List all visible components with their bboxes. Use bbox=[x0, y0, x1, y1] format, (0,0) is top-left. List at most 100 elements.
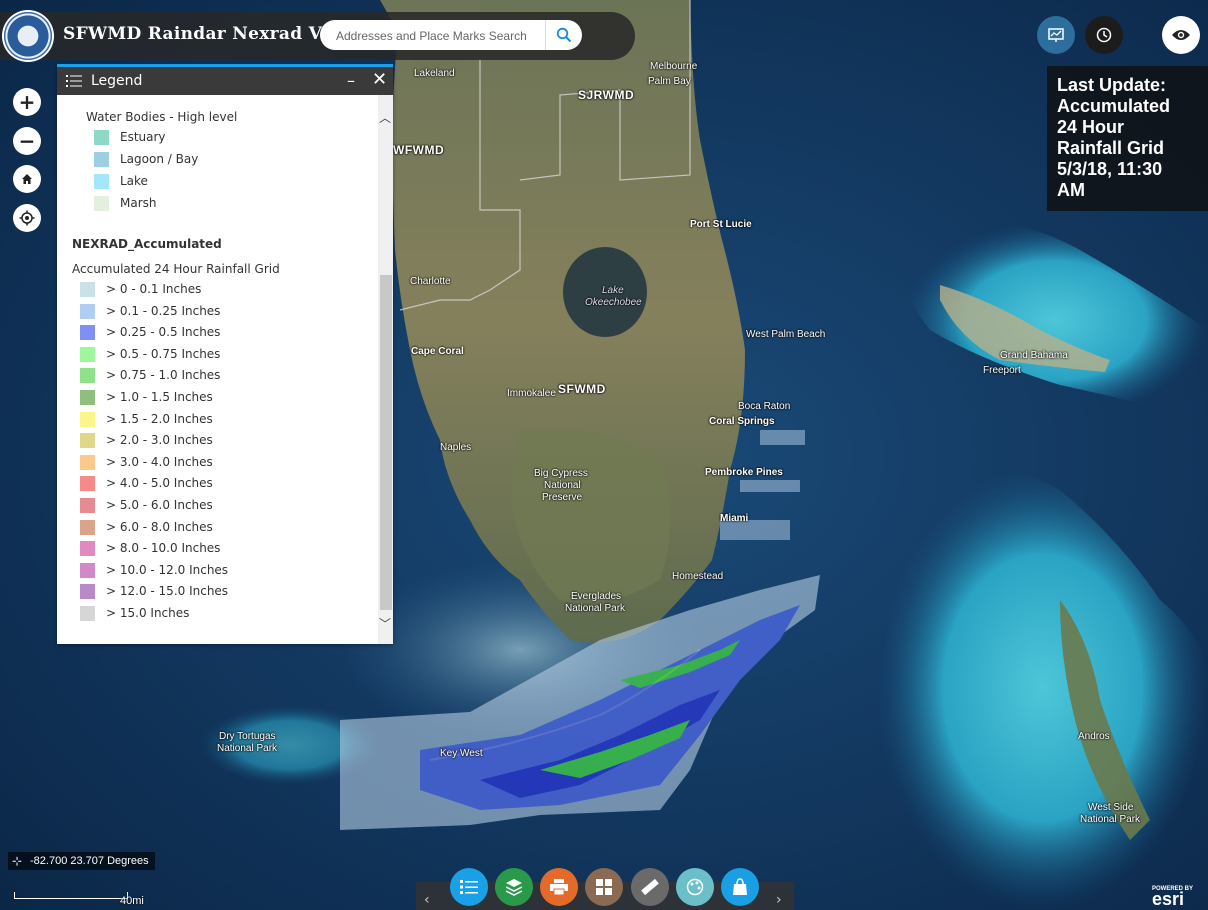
presentation-button[interactable] bbox=[1037, 16, 1075, 54]
zoom-out-button[interactable]: − bbox=[13, 127, 41, 155]
legend-swatch bbox=[80, 476, 95, 492]
legend-swatch bbox=[80, 411, 95, 427]
map-label-grand-bahama: Grand Bahama bbox=[1000, 350, 1068, 361]
layers-widget-button[interactable] bbox=[495, 868, 533, 906]
map-label-west-palm-beach: West Palm Beach bbox=[746, 329, 826, 340]
basemap-gallery-button[interactable] bbox=[585, 868, 623, 906]
toolbar-prev-icon[interactable]: ‹ bbox=[424, 892, 430, 908]
map-label-lake-1: Lake bbox=[602, 285, 624, 296]
zoom-in-button[interactable]: + bbox=[13, 88, 41, 116]
legend-label: Lake bbox=[120, 174, 148, 188]
map-label-west-side-1: West Side bbox=[1088, 802, 1134, 813]
print-widget-button[interactable] bbox=[540, 868, 578, 906]
map-label-port-st-lucie: Port St Lucie bbox=[690, 219, 752, 230]
plus-icon: + bbox=[18, 90, 36, 114]
palette-icon bbox=[686, 878, 704, 896]
legend-swatch bbox=[80, 498, 95, 513]
legend-widget-button[interactable] bbox=[450, 868, 488, 906]
presentation-icon bbox=[1048, 28, 1064, 42]
map-label-lake-2: Okeechobee bbox=[585, 297, 642, 308]
legend-header[interactable]: Legend – ✕ bbox=[57, 67, 393, 95]
time-slider-button[interactable] bbox=[1085, 16, 1123, 54]
esri-logo: esri bbox=[1152, 889, 1185, 909]
list-icon bbox=[66, 75, 82, 87]
map-label-sfwmd: SFWMD bbox=[558, 382, 606, 396]
visibility-button[interactable] bbox=[1162, 16, 1200, 54]
toolbar-next-icon[interactable]: › bbox=[776, 892, 782, 908]
coordinate-readout: ⊹ -82.700 23.707 Degrees bbox=[8, 852, 155, 870]
legend-label: > 0 - 0.1 Inches bbox=[106, 282, 202, 296]
legend-label: > 1.5 - 2.0 Inches bbox=[106, 411, 213, 426]
map-label-big-cypress-1: Big Cypress bbox=[534, 468, 588, 479]
share-widget-button[interactable] bbox=[721, 868, 759, 906]
map-label-dry-tortugas-1: Dry Tortugas bbox=[219, 731, 276, 742]
legend-label: > 12.0 - 15.0 Inches bbox=[106, 584, 229, 599]
home-button[interactable] bbox=[13, 165, 41, 193]
legend-scrollbar[interactable]: ︿ ﹀ bbox=[378, 95, 393, 644]
legend-sublayer-title: Accumulated 24 Hour Rainfall Grid bbox=[72, 262, 280, 276]
legend-label: > 10.0 - 12.0 Inches bbox=[106, 562, 229, 577]
search-box bbox=[320, 20, 582, 50]
minimize-button[interactable]: – bbox=[347, 71, 355, 90]
legend-swatch bbox=[94, 152, 109, 167]
map-label-west-side-2: National Park bbox=[1080, 814, 1141, 825]
legend-label: > 0.25 - 0.5 Inches bbox=[106, 325, 221, 340]
legend-label: Estuary bbox=[120, 130, 166, 144]
legend-label: Lagoon / Bay bbox=[120, 152, 199, 166]
legend-label: > 0.1 - 0.25 Inches bbox=[106, 303, 221, 318]
legend-label: > 2.0 - 3.0 Inches bbox=[106, 433, 213, 448]
map-label-everglades-2: National Park bbox=[565, 603, 626, 614]
map-label-dry-tortugas-2: National Park bbox=[217, 743, 278, 754]
map-label-everglades-1: Everglades bbox=[571, 591, 622, 602]
legend-label: > 15.0 Inches bbox=[106, 606, 190, 620]
app-title: SFWMD Raindar Nexrad V1.0 bbox=[63, 24, 353, 44]
legend-label: > 0.5 - 0.75 Inches bbox=[106, 346, 221, 361]
map-label-lakeland: Lakeland bbox=[414, 68, 455, 79]
last-update-line: Last Update: bbox=[1057, 75, 1167, 95]
last-update-line: 24 Hour bbox=[1057, 117, 1125, 137]
measure-widget-button[interactable] bbox=[631, 868, 669, 906]
close-icon[interactable]: ✕ bbox=[372, 69, 387, 90]
map-label-coral-springs: Coral Springs bbox=[709, 416, 775, 427]
search-input[interactable] bbox=[334, 26, 543, 46]
scroll-up-icon[interactable]: ︿ bbox=[379, 109, 391, 126]
legend-label: > 0.75 - 1.0 Inches bbox=[106, 368, 221, 383]
legend-panel: Legend – ✕ Water Bodies - High level Estu… bbox=[57, 64, 393, 644]
scroll-thumb[interactable] bbox=[380, 275, 392, 610]
last-update-line: AM bbox=[1057, 180, 1085, 200]
map-label-melbourne: Melbourne bbox=[650, 61, 698, 72]
map-label-freeport: Freeport bbox=[983, 365, 1021, 376]
map-label-cape-coral: Cape Coral bbox=[411, 346, 464, 357]
map-label-big-cypress-3: Preserve bbox=[542, 492, 583, 503]
draw-widget-button[interactable] bbox=[676, 868, 714, 906]
legend-swatch bbox=[80, 562, 95, 578]
legend-swatch bbox=[80, 584, 95, 600]
map-label-homestead: Homestead bbox=[672, 571, 724, 582]
legend-content: Water Bodies - High level Estuary Lagoon /… bbox=[57, 95, 377, 644]
map-label-pembroke-pines: Pembroke Pines bbox=[705, 467, 783, 478]
map-label-key-west: Key West bbox=[440, 748, 483, 759]
grid-icon bbox=[596, 879, 612, 895]
bag-icon bbox=[733, 878, 747, 895]
legend-label: > 1.0 - 1.5 Inches bbox=[106, 390, 213, 404]
last-update-line: 5/3/18, 11:30 bbox=[1057, 159, 1163, 179]
scroll-down-icon[interactable]: ﹀ bbox=[379, 615, 391, 632]
legend-swatch bbox=[80, 390, 95, 405]
esri-attribution: POWERED BY esri bbox=[1152, 886, 1193, 910]
crosshair-icon[interactable]: ⊹ bbox=[12, 852, 22, 870]
map-label-immokalee: Immokalee bbox=[507, 388, 556, 399]
map-label-swfwmd: WFWMD bbox=[393, 143, 445, 157]
legend-swatch bbox=[80, 346, 95, 362]
printer-icon bbox=[550, 879, 568, 895]
legend-label: > 5.0 - 6.0 Inches bbox=[106, 498, 213, 512]
map-label-charlotte: Charlotte bbox=[410, 276, 451, 287]
locate-button[interactable] bbox=[13, 204, 41, 232]
legend-label: > 8.0 - 10.0 Inches bbox=[106, 541, 221, 556]
legend-swatch bbox=[80, 541, 95, 557]
search-button[interactable] bbox=[545, 20, 582, 50]
legend-swatch bbox=[80, 606, 95, 621]
legend-title: Legend bbox=[91, 73, 143, 89]
eye-icon bbox=[1172, 30, 1190, 40]
legend-swatch bbox=[80, 282, 95, 297]
search-icon bbox=[556, 27, 572, 43]
